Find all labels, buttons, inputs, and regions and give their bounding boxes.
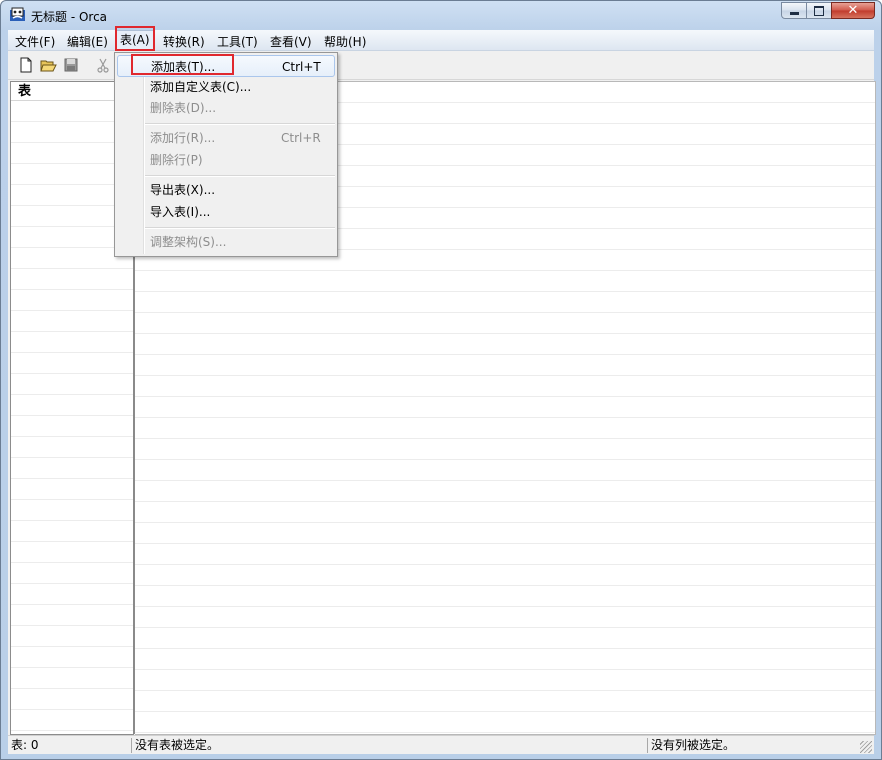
menu-add-custom-table-label: 添加自定义表(C)... [150, 80, 252, 94]
menu-separator [145, 227, 335, 229]
maximize-button[interactable] [806, 2, 832, 19]
orca-app-icon [10, 7, 25, 21]
menu-export-tables[interactable]: 导出表(X)... [117, 179, 335, 201]
menu-edit[interactable]: 编辑(E) [67, 33, 108, 50]
main-window: 无标题 - Orca ✕ 文件(F) 编辑(E) 表(A) 转换(R) 工具(T… [0, 0, 882, 760]
menu-adjust-schema[interactable]: 调整架构(S)... [117, 231, 335, 253]
menu-add-custom-table[interactable]: 添加自定义表(C)... [117, 76, 335, 98]
save-icon[interactable] [62, 56, 80, 74]
menu-import-tables[interactable]: 导入表(I)... [117, 201, 335, 223]
menu-tools[interactable]: 工具(T) [217, 33, 258, 50]
menu-export-tables-label: 导出表(X)... [150, 183, 216, 197]
table-menu-dropdown: 添加表(T)... Ctrl+T 添加自定义表(C)... 删除表(D)... … [114, 52, 338, 257]
menu-drop-row[interactable]: 删除行(P) [117, 149, 335, 171]
menu-drop-table[interactable]: 删除表(D)... [117, 97, 335, 119]
menu-transform[interactable]: 转换(R) [163, 33, 205, 50]
menu-help[interactable]: 帮助(H) [324, 33, 366, 50]
menu-view[interactable]: 查看(V) [270, 33, 312, 50]
menu-add-row-shortcut: Ctrl+R [281, 131, 321, 145]
menu-import-tables-label: 导入表(I)... [150, 205, 211, 219]
menu-table-highlight [115, 26, 155, 51]
status-table-selection: 没有表被选定。 [131, 738, 645, 753]
status-column-selection: 没有列被选定。 [647, 738, 851, 753]
close-button[interactable]: ✕ [831, 2, 875, 19]
menu-separator [145, 175, 335, 177]
menu-add-row[interactable]: 添加行(R)... Ctrl+R [117, 127, 335, 149]
menu-file[interactable]: 文件(F) [15, 33, 55, 50]
window-controls: ✕ [781, 2, 875, 19]
new-file-icon[interactable] [17, 56, 35, 74]
menu-drop-row-label: 删除行(P) [150, 153, 203, 167]
menu-add-table-highlight [131, 54, 234, 75]
menu-add-row-label: 添加行(R)... [150, 131, 216, 145]
minimize-icon [789, 12, 799, 15]
minimize-button[interactable] [781, 2, 807, 19]
resize-grip-icon[interactable] [860, 741, 872, 753]
status-table-count: 表: 0 [11, 738, 39, 752]
cut-icon[interactable] [94, 56, 112, 74]
open-folder-icon[interactable] [39, 56, 57, 74]
status-bar: 表: 0 没有表被选定。 没有列被选定。 [8, 735, 874, 754]
menu-separator [145, 123, 335, 125]
close-icon: ✕ [847, 3, 859, 18]
menu-adjust-schema-label: 调整架构(S)... [150, 235, 227, 249]
window-title: 无标题 - Orca [31, 10, 108, 24]
menu-add-table-shortcut: Ctrl+T [282, 60, 321, 74]
menu-drop-table-label: 删除表(D)... [150, 101, 217, 115]
maximize-icon [814, 5, 824, 16]
